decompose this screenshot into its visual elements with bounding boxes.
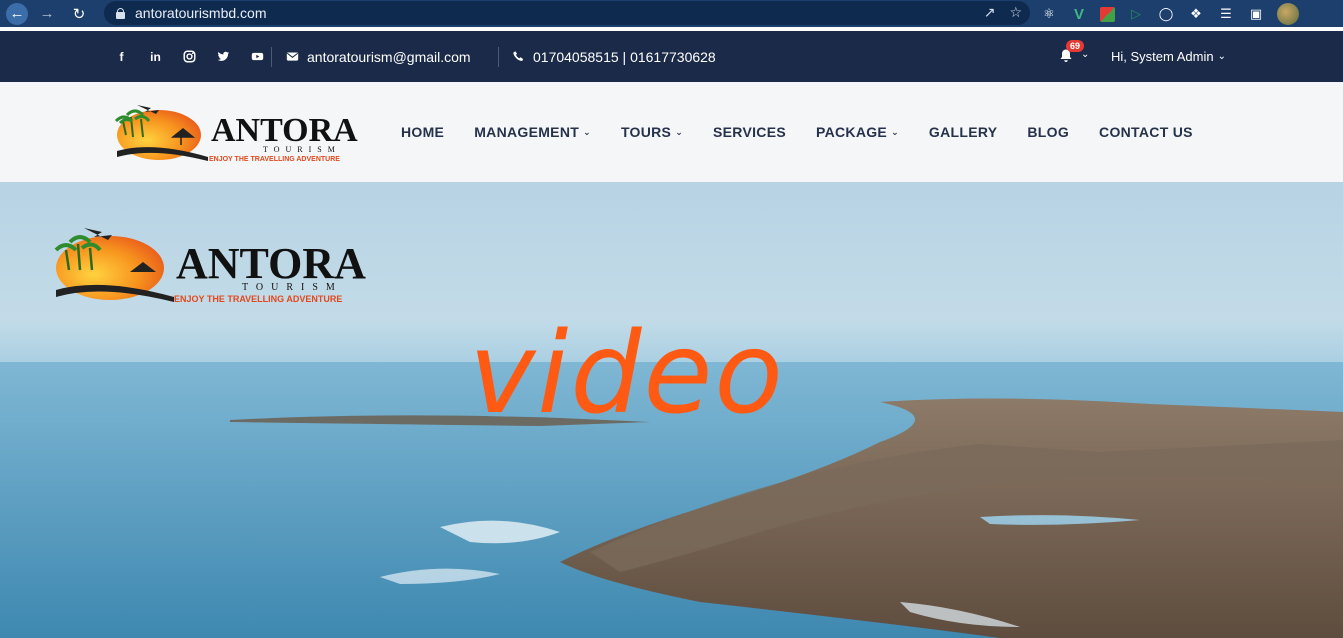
nav-gallery[interactable]: GALLERY bbox=[929, 124, 997, 140]
url-text[interactable]: antoratourismbd.com bbox=[135, 5, 267, 21]
nav-contact-us[interactable]: CONTACT US bbox=[1099, 124, 1193, 140]
chevron-down-icon: ⌄ bbox=[891, 126, 899, 137]
nav-blog[interactable]: BLOG bbox=[1027, 124, 1069, 140]
back-button[interactable]: ← bbox=[6, 2, 28, 25]
reload-button[interactable]: ↻ bbox=[68, 3, 90, 25]
envelope-icon bbox=[286, 52, 299, 61]
phone-text[interactable]: 01704058515 | 01617730628 bbox=[533, 49, 716, 65]
email-text[interactable]: antoratourism@gmail.com bbox=[307, 49, 471, 65]
user-greeting[interactable]: Hi, System Admin bbox=[1111, 49, 1214, 64]
nav-services[interactable]: SERVICES bbox=[713, 124, 786, 140]
nav-home[interactable]: HOME bbox=[401, 124, 444, 140]
video-annotation: video bbox=[469, 309, 785, 432]
bookmark-star-icon[interactable]: ☆ bbox=[1009, 4, 1022, 21]
video-annotation-text: video bbox=[469, 309, 785, 432]
extension-icon[interactable]: ◯ bbox=[1157, 5, 1175, 23]
nav-package[interactable]: PACKAGE ⌄ bbox=[816, 124, 899, 140]
brand-name: ANTORA bbox=[176, 239, 366, 288]
side-panel-icon[interactable]: ▣ bbox=[1247, 5, 1265, 23]
address-bar[interactable]: antoratourismbd.com ↗ ☆ bbox=[104, 1, 1030, 25]
antora-logo: ANTORA TOURISM ENJOY THE TRAVELLING ADVE… bbox=[54, 228, 366, 304]
main-navigation: HOME MANAGEMENT ⌄ TOURS ⌄ SERVICES PACKAGE… bbox=[401, 82, 1193, 182]
vue-devtools-icon[interactable]: V bbox=[1070, 5, 1088, 23]
phone-icon bbox=[513, 51, 524, 61]
reading-list-icon[interactable]: ☰ bbox=[1217, 5, 1235, 23]
chevron-down-icon: ⌄ bbox=[1217, 51, 1226, 62]
profile-avatar[interactable] bbox=[1277, 3, 1299, 25]
social-links: f in bbox=[113, 31, 266, 82]
extension-icon[interactable] bbox=[1100, 6, 1115, 22]
share-icon[interactable]: ↗ bbox=[984, 4, 996, 21]
top-info-bar: f in antoratourism@gmail.com 01704058515… bbox=[0, 31, 1343, 82]
phone-contact[interactable]: 01704058515 | 01617730628 bbox=[512, 31, 716, 82]
instagram-icon[interactable] bbox=[181, 48, 198, 65]
forward-button[interactable]: → bbox=[36, 3, 58, 25]
twitter-icon[interactable] bbox=[215, 48, 232, 65]
extension-icon[interactable]: ▷ bbox=[1127, 5, 1145, 23]
nav-tours[interactable]: TOURS ⌄ bbox=[621, 124, 683, 140]
divider bbox=[271, 47, 272, 67]
chevron-down-icon[interactable]: ⌄ bbox=[1081, 49, 1089, 60]
facebook-icon[interactable]: f bbox=[113, 48, 130, 65]
hero-video[interactable]: ANTORA TOURISM ENJOY THE TRAVELLING ADVE… bbox=[0, 182, 1343, 638]
nav-management[interactable]: MANAGEMENT ⌄ bbox=[474, 124, 591, 140]
brand-tagline: ENJOY THE TRAVELLING ADVENTURE bbox=[174, 294, 342, 304]
youtube-icon[interactable] bbox=[249, 48, 266, 65]
site-header: ANTORA TOURISM ENJOY THE TRAVELLING ADVE… bbox=[0, 82, 1343, 182]
email-contact[interactable]: antoratourism@gmail.com bbox=[286, 31, 471, 82]
antora-logo[interactable]: ANTORA TOURISM ENJOY THE TRAVELLING ADVE… bbox=[113, 99, 368, 165]
brand-tagline: ENJOY THE TRAVELLING ADVENTURE bbox=[209, 156, 340, 163]
brand-subname: TOURISM bbox=[242, 282, 343, 293]
chevron-down-icon: ⌄ bbox=[583, 126, 591, 137]
brand-name: ANTORA bbox=[211, 112, 358, 149]
browser-toolbar: ← → ↻ antoratourismbd.com ↗ ☆ ⚛ V ▷ ◯ ❖ … bbox=[0, 0, 1343, 27]
react-devtools-icon[interactable]: ⚛ bbox=[1040, 5, 1058, 23]
linkedin-icon[interactable]: in bbox=[147, 48, 164, 65]
user-menu[interactable]: Hi, System Admin ⌄ bbox=[1111, 31, 1226, 82]
lock-icon bbox=[116, 7, 125, 19]
puzzle-icon[interactable]: ❖ bbox=[1187, 5, 1205, 23]
chevron-down-icon: ⌄ bbox=[675, 126, 684, 137]
divider bbox=[498, 47, 499, 67]
brand-subname: TOURISM bbox=[263, 145, 341, 154]
